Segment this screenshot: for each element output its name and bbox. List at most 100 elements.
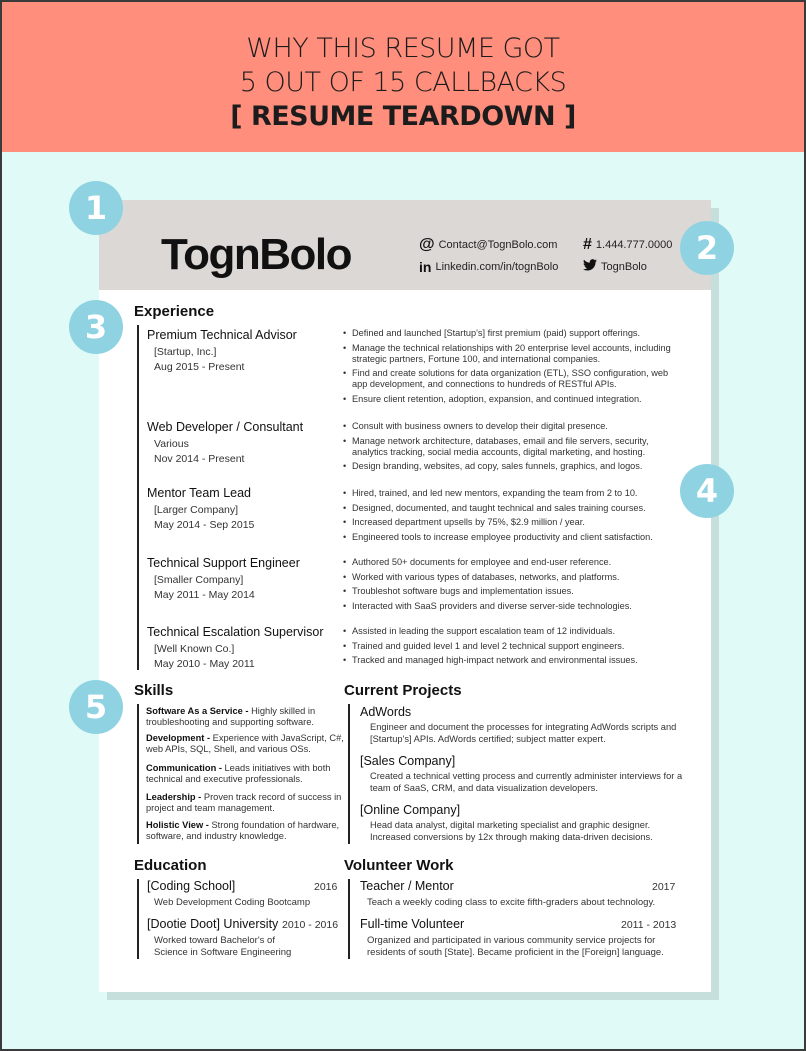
education-heading: Education <box>134 857 207 874</box>
job-bullet: Worked with various types of databases, … <box>343 572 673 583</box>
skill-item: Development - Experience with JavaScript… <box>146 733 346 755</box>
project-desc: Head data analyst, digital marketing spe… <box>370 820 653 842</box>
badge-3: 3 <box>69 300 123 354</box>
job-bullet: Authored 50+ documents for employee and … <box>343 557 673 568</box>
job-title: Mentor Team Lead <box>147 486 251 500</box>
skills-divider <box>137 704 139 844</box>
resume-card: TognBolo @ Contact@TognBolo.com # 1.444.… <box>99 200 711 992</box>
skill-name: Communication - <box>146 763 225 773</box>
job-dates: May 2010 - May 2011 <box>154 658 255 670</box>
education-year: 2016 <box>314 881 338 893</box>
job-title: Technical Support Engineer <box>147 556 300 570</box>
job-bullet: Troubleshot software bugs and implementa… <box>343 586 673 597</box>
banner-line-3: [ RESUME TEARDOWN ] <box>230 101 576 132</box>
project-desc: Created a technical vetting process and … <box>370 771 683 793</box>
contact-twitter: TognBolo <box>583 259 647 274</box>
skill-name: Holistic View - <box>146 820 212 830</box>
twitter-icon <box>583 259 597 274</box>
at-icon: @ <box>419 236 435 253</box>
education-desc: Worked toward Bachelor's of Science in S… <box>154 935 292 958</box>
job-company: [Smaller Company] <box>154 574 244 586</box>
banner-line-2: 5 OUT OF 15 CALLBACKS <box>239 67 567 98</box>
job-dates: Nov 2014 - Present <box>154 453 245 465</box>
skill-item: Software As a Service - Highly skilled i… <box>146 706 346 728</box>
badge-1: 1 <box>69 181 123 235</box>
resume-name: TognBolo <box>161 230 353 279</box>
job-bullet: Manage network architecture, databases, … <box>343 436 673 458</box>
phone-text: 1.444.777.0000 <box>595 239 673 251</box>
job-bullet: Engineered tools to increase employee pr… <box>343 532 673 543</box>
hash-icon: # <box>583 236 592 253</box>
education-year: 2010 - 2016 <box>282 919 339 931</box>
job-bullets: Authored 50+ documents for employee and … <box>343 557 673 615</box>
job-bullets: Assisted in leading the support escalati… <box>343 626 673 670</box>
job-title: Premium Technical Advisor <box>147 328 297 342</box>
volunteer-desc: Organized and participated in various co… <box>367 935 664 958</box>
education-divider <box>137 879 139 959</box>
project-name: AdWords <box>360 705 412 719</box>
project-name: [Online Company] <box>360 803 461 817</box>
job-bullet: Find and create solutions for data organ… <box>343 368 673 390</box>
projects-heading: Current Projects <box>344 682 462 699</box>
volunteer-divider <box>348 879 350 959</box>
volunteer-role: Teacher / Mentor <box>360 879 454 893</box>
job-bullet: Trained and guided level 1 and level 2 t… <box>343 641 673 652</box>
job-company: [Startup, Inc.] <box>154 346 217 358</box>
resume-header: TognBolo @ Contact@TognBolo.com # 1.444.… <box>99 200 711 290</box>
contact-linkedin: in Linkedin.com/in/tognBolo <box>419 259 558 275</box>
badge-2: 2 <box>680 221 734 275</box>
job-bullets: Hired, trained, and led new mentors, exp… <box>343 488 673 546</box>
job-bullet: Interacted with SaaS providers and diver… <box>343 601 673 612</box>
job-dates: May 2014 - Sep 2015 <box>154 519 255 531</box>
skill-item: Communication - Leads initiatives with b… <box>146 763 346 785</box>
job-dates: May 2011 - May 2014 <box>154 589 255 601</box>
education-desc: Web Development Coding Bootcamp <box>154 897 311 908</box>
contact-phone: # 1.444.777.0000 <box>583 236 672 254</box>
job-bullet: Ensure client retention, adoption, expan… <box>343 394 673 405</box>
job-bullet: Hired, trained, and led new mentors, exp… <box>343 488 673 499</box>
email-text: Contact@TognBolo.com <box>438 239 558 251</box>
job-bullet: Defined and launched [Startup's] first p… <box>343 328 673 339</box>
volunteer-desc: Teach a weekly coding class to excite fi… <box>367 897 656 908</box>
title-banner: WHY THIS RESUME GOT 5 OUT OF 15 CALLBACK… <box>2 2 804 152</box>
experience-heading: Experience <box>134 303 215 320</box>
skill-name: Leadership - <box>146 792 204 802</box>
job-title: Web Developer / Consultant <box>147 420 304 434</box>
job-bullet: Tracked and managed high-impact network … <box>343 655 673 666</box>
job-bullets: Consult with business owners to develop … <box>343 421 673 476</box>
project-name: [Sales Company] <box>360 754 456 768</box>
job-bullet: Manage the technical relationships with … <box>343 343 673 365</box>
skills-heading: Skills <box>134 682 174 699</box>
job-title: Technical Escalation Supervisor <box>147 625 324 639</box>
badge-5: 5 <box>69 680 123 734</box>
job-bullet: Designed, documented, and taught technic… <box>343 503 673 514</box>
twitter-text: TognBolo <box>601 260 647 273</box>
volunteer-year: 2017 <box>652 881 676 893</box>
skill-item: Holistic View - Strong foundation of har… <box>146 820 346 842</box>
education-name: [Coding School] <box>147 879 236 893</box>
job-company: [Well Known Co.] <box>154 643 235 655</box>
job-company: [Larger Company] <box>154 504 239 516</box>
contact-email: @ Contact@TognBolo.com <box>419 236 557 254</box>
banner-line-1: WHY THIS RESUME GOT <box>246 33 560 64</box>
linkedin-text: Linkedin.com/in/tognBolo <box>435 261 559 273</box>
badge-4: 4 <box>680 464 734 518</box>
job-bullets: Defined and launched [Startup's] first p… <box>343 328 673 408</box>
job-bullet: Design branding, websites, ad copy, sale… <box>343 461 673 472</box>
skill-name: Development - <box>146 733 213 743</box>
job-bullet: Increased department upsells by 75%, $2.… <box>343 517 673 528</box>
volunteer-role: Full-time Volunteer <box>360 917 465 931</box>
project-desc: Engineer and document the processes for … <box>370 722 677 744</box>
volunteer-year: 2011 - 2013 <box>621 919 677 931</box>
job-bullet: Assisted in leading the support escalati… <box>343 626 673 637</box>
job-bullet: Consult with business owners to develop … <box>343 421 673 432</box>
experience-divider <box>137 325 139 670</box>
volunteer-heading: Volunteer Work <box>344 857 454 874</box>
job-company: Various <box>154 438 189 450</box>
job-dates: Aug 2015 - Present <box>154 361 245 373</box>
education-name: [Dootie Doot] University <box>147 917 279 931</box>
skill-name: Software As a Service - <box>146 706 252 716</box>
skill-item: Leadership - Proven track record of succ… <box>146 792 346 814</box>
linkedin-icon: in <box>419 259 432 275</box>
projects-divider <box>348 704 350 844</box>
